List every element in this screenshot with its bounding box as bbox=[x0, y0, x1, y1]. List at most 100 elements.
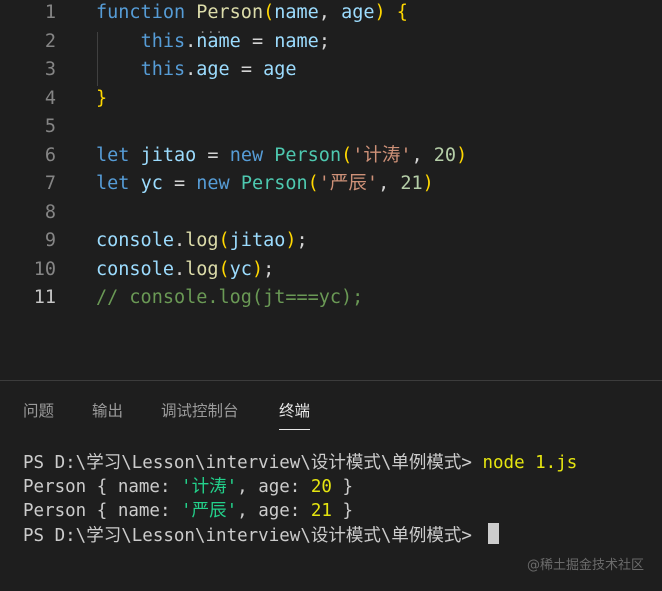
code-token: name bbox=[274, 30, 319, 52]
line-number: 11 bbox=[33, 287, 56, 308]
terminal-output-line: Person { name: '计涛', age: 20 } bbox=[23, 475, 353, 499]
code-line[interactable]: 8 bbox=[0, 199, 662, 228]
code-token: new bbox=[229, 144, 264, 166]
code-token: { bbox=[396, 2, 408, 23]
code-token: ; bbox=[318, 30, 330, 52]
code-token: ( bbox=[341, 144, 353, 166]
code-token: let bbox=[96, 144, 130, 166]
code-text: // console.log(jt===yc); bbox=[96, 284, 363, 313]
code-token: yc bbox=[140, 173, 163, 194]
code-token: = bbox=[240, 30, 275, 52]
line-number: 9 bbox=[44, 230, 56, 251]
terminal-prompt: PS D:\学习\Lesson\interview\设计模式\单例模式> bbox=[23, 453, 483, 473]
code-token: let bbox=[96, 173, 130, 194]
terminal-output-line: Person { name: '严辰', age: 21 } bbox=[23, 499, 353, 523]
code-line[interactable]: 2 this.name = name; bbox=[0, 28, 662, 57]
terminal-input-line[interactable]: PS D:\学习\Lesson\interview\设计模式\单例模式> bbox=[23, 523, 500, 548]
code-token: , bbox=[378, 173, 401, 194]
code-line[interactable]: 6 let jitao = new Person('计涛', 20) bbox=[0, 142, 662, 171]
code-line[interactable]: 4} bbox=[0, 85, 662, 114]
watermark: @稀土掘金技术社区 bbox=[526, 558, 644, 573]
code-token: console bbox=[96, 258, 174, 280]
code-token: age bbox=[263, 59, 297, 80]
code-token: ( bbox=[218, 258, 230, 280]
code-token: . bbox=[173, 258, 186, 280]
code-token: = bbox=[162, 173, 197, 194]
code-text: this.name = name; bbox=[96, 28, 330, 57]
code-text: function Person(name, age) { bbox=[96, 0, 408, 28]
code-token: log bbox=[185, 230, 219, 251]
code-token: '严辰' bbox=[318, 173, 379, 194]
output-prefix: Person { name: bbox=[23, 477, 182, 497]
output-suffix: } bbox=[331, 477, 354, 497]
line-number: 2 bbox=[44, 30, 56, 52]
code-token: ( bbox=[218, 230, 230, 251]
code-token: ) bbox=[285, 230, 297, 251]
code-token: jitao bbox=[140, 144, 197, 166]
code-token: name bbox=[196, 30, 241, 52]
tab-debug-console[interactable]: 调试控制台 bbox=[161, 399, 239, 429]
code-token: Person bbox=[240, 173, 308, 194]
code-token: ; bbox=[296, 230, 308, 251]
code-token: ( bbox=[263, 2, 275, 23]
tab-output[interactable]: 输出 bbox=[92, 399, 123, 429]
code-line[interactable]: 1 function Person(name, age) { bbox=[0, 0, 662, 28]
code-line[interactable]: 5 bbox=[0, 113, 662, 142]
line-number: 10 bbox=[33, 258, 56, 280]
code-token: function bbox=[96, 2, 186, 23]
output-prefix: Person { name: bbox=[23, 501, 182, 521]
code-line[interactable]: 3 this.age = age bbox=[0, 56, 662, 85]
code-token: console bbox=[96, 230, 174, 251]
code-token: '计涛' bbox=[352, 144, 412, 166]
code-token: . bbox=[185, 30, 197, 52]
code-token: Person bbox=[274, 144, 342, 166]
code-token: this bbox=[140, 59, 186, 80]
code-token: log bbox=[185, 258, 219, 280]
code-line[interactable]: 9 console.log(jitao); bbox=[0, 227, 662, 256]
code-token: ) bbox=[374, 2, 386, 23]
line-number: 3 bbox=[44, 59, 56, 80]
line-number: 1 bbox=[44, 2, 56, 23]
code-token: age bbox=[341, 2, 375, 23]
code-token: // console.log(jt===yc); bbox=[96, 287, 364, 308]
code-text: } bbox=[96, 85, 107, 114]
code-token: yc bbox=[229, 258, 252, 280]
code-token: ) bbox=[422, 173, 434, 194]
output-age-value: 20 bbox=[310, 477, 332, 497]
line-number: 4 bbox=[44, 87, 56, 109]
output-age-value: 21 bbox=[310, 501, 332, 521]
code-token: } bbox=[96, 87, 108, 109]
line-number: 8 bbox=[44, 201, 56, 223]
code-line[interactable]: 11 // console.log(jt===yc); bbox=[0, 284, 662, 313]
tab-problems[interactable]: 问题 bbox=[23, 399, 54, 429]
tab-terminal[interactable]: 终端 bbox=[279, 399, 311, 430]
terminal-command-line[interactable]: PS D:\学习\Lesson\interview\设计模式\单例模式> nod… bbox=[23, 451, 577, 475]
code-text: let yc = new Person('严辰', 21) bbox=[96, 170, 434, 199]
code-editor[interactable]: ... 1 function Person(name, age) {2 this.… bbox=[0, 0, 662, 380]
line-number: 5 bbox=[44, 116, 56, 137]
code-token: ) bbox=[456, 144, 468, 166]
code-text: let jitao = new Person('计涛', 20) bbox=[96, 142, 467, 171]
code-line[interactable]: 7 let yc = new Person('严辰', 21) bbox=[0, 170, 662, 199]
code-token: age bbox=[196, 59, 230, 80]
code-token: 21 bbox=[400, 173, 423, 194]
code-token: 20 bbox=[433, 144, 457, 166]
code-text: console.log(yc); bbox=[96, 256, 274, 285]
code-line[interactable]: 10 console.log(yc); bbox=[0, 256, 662, 285]
terminal-cursor bbox=[488, 523, 500, 544]
code-token: new bbox=[196, 173, 230, 194]
output-name-value: '严辰' bbox=[181, 501, 238, 521]
output-mid: , age: bbox=[237, 477, 311, 497]
code-token: , bbox=[411, 144, 434, 166]
bottom-panel: 问题 输出 调试控制台 终端 PS D:\学习\Lesson\interview… bbox=[0, 380, 662, 591]
code-token: ) bbox=[251, 258, 264, 280]
code-token: . bbox=[185, 59, 197, 80]
terminal-prompt: PS D:\学习\Lesson\interview\设计模式\单例模式> bbox=[23, 526, 483, 546]
